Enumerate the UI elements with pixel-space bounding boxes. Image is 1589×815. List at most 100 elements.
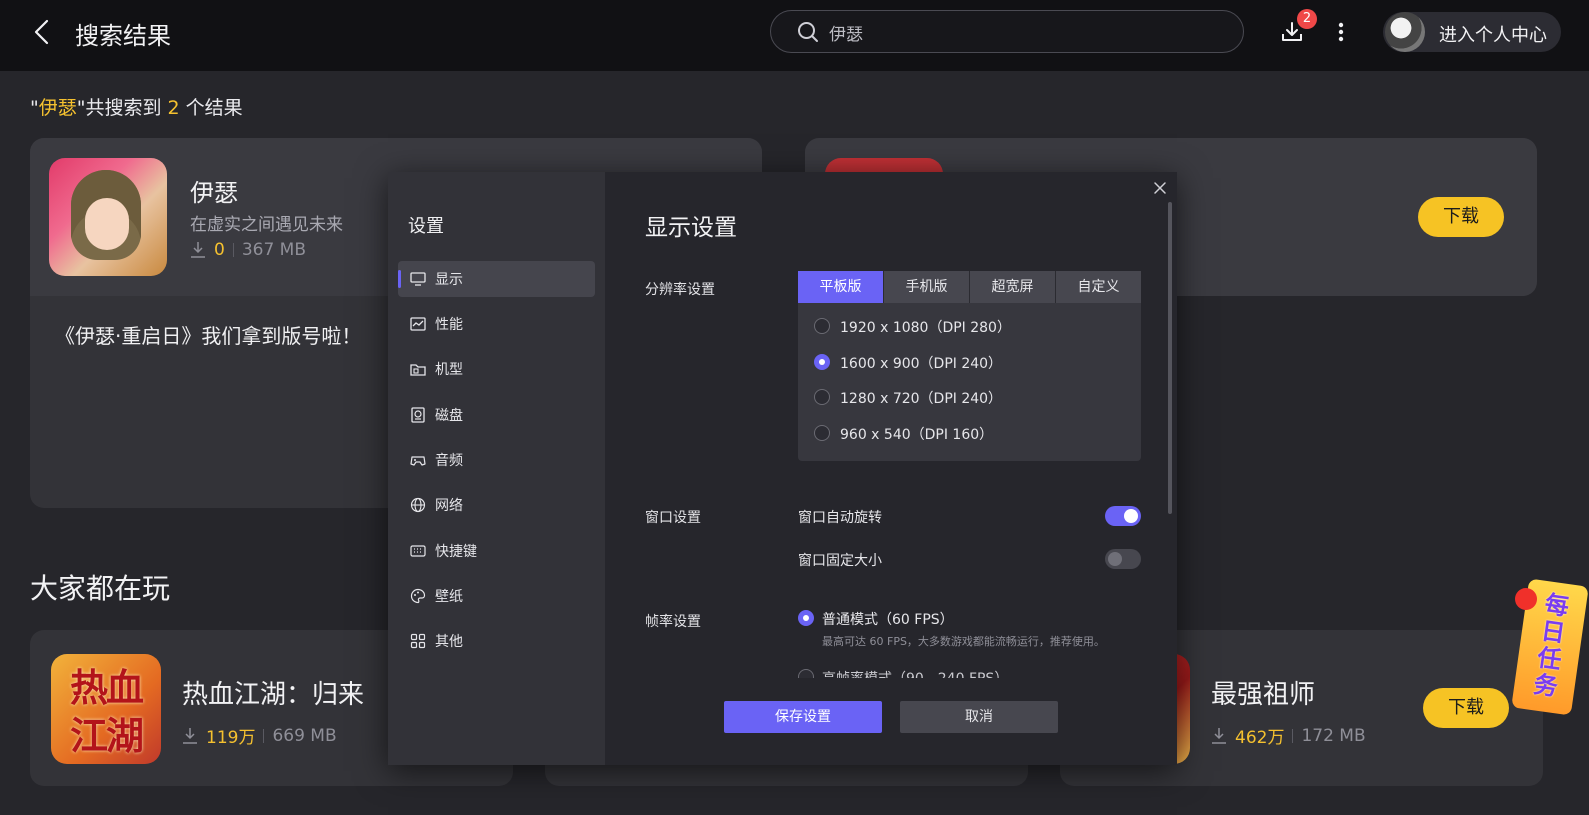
sidebar-item-audio[interactable]: 音频 xyxy=(398,442,595,478)
app-size: 669 MB xyxy=(272,725,337,746)
app-name: 伊瑟 xyxy=(190,179,238,207)
resolution-tabs: 平板版 手机版 超宽屏 自定义 xyxy=(798,271,1141,303)
settings-sidebar: 设置 显示 性能 机型 磁盘 音频 网络 快捷键 壁纸 其他 xyxy=(388,172,605,765)
sidebar-item-label: 磁盘 xyxy=(435,408,463,424)
gamepad-icon xyxy=(410,456,426,466)
sidebar-item-label: 音频 xyxy=(435,453,463,469)
radio-label: 960 x 540（DPI 160） xyxy=(840,427,994,443)
radio-label: 高帧率模式（90 - 240 FPS） xyxy=(822,668,1008,678)
radio-button[interactable] xyxy=(814,425,830,441)
download-button[interactable]: 下载 xyxy=(1423,688,1509,728)
grid-icon xyxy=(410,633,426,649)
profile-label: 进入个人中心 xyxy=(1439,25,1547,46)
sidebar-item-label: 壁纸 xyxy=(435,589,463,605)
download-count-icon xyxy=(183,727,197,744)
download-count-icon xyxy=(191,242,205,258)
fps-option-high[interactable]: 高帧率模式（90 - 240 FPS） xyxy=(798,666,1141,678)
cancel-button[interactable]: 取消 xyxy=(900,701,1058,733)
sidebar-item-wallpaper[interactable]: 壁纸 xyxy=(398,578,595,614)
notification-dot xyxy=(1515,588,1537,610)
avatar xyxy=(1385,12,1425,52)
app-name: 热血江湖：归来 xyxy=(182,680,365,710)
radio-button[interactable] xyxy=(814,389,830,405)
sidebar-item-label: 快捷键 xyxy=(435,544,477,560)
top-bar: 搜索结果 2 进入个人中心 xyxy=(0,0,1589,71)
back-arrow-icon[interactable] xyxy=(30,18,54,46)
fixed-size-toggle[interactable] xyxy=(1105,549,1141,569)
app-icon[interactable] xyxy=(49,158,167,276)
radio-label: 普通模式（60 FPS） xyxy=(822,612,954,628)
radio-label: 1920 x 1080（DPI 280） xyxy=(840,320,1011,336)
download-button[interactable]: 下载 xyxy=(1418,197,1504,237)
sidebar-item-display[interactable]: 显示 xyxy=(398,261,595,297)
sidebar-item-disk[interactable]: 磁盘 xyxy=(398,397,595,433)
keyboard-icon xyxy=(410,545,426,557)
search-input[interactable] xyxy=(829,18,1209,46)
palette-icon xyxy=(410,588,426,604)
results-summary: "伊瑟"共搜索到 2 个结果 xyxy=(30,97,243,119)
window-settings-label: 窗口设置 xyxy=(645,510,701,526)
radio-button[interactable] xyxy=(814,318,830,334)
section-title: 大家都在玩 xyxy=(30,572,171,605)
settings-sidebar-title: 设置 xyxy=(408,216,444,237)
more-options-icon[interactable] xyxy=(1336,20,1346,44)
search-icon xyxy=(798,22,818,42)
sidebar-item-label: 网络 xyxy=(435,498,463,514)
scrollbar[interactable] xyxy=(1168,202,1172,514)
device-icon xyxy=(410,364,426,376)
monitor-icon xyxy=(410,272,426,286)
sidebar-item-other[interactable]: 其他 xyxy=(398,623,595,659)
app-size: 367 MB xyxy=(241,240,307,260)
page-title: 搜索结果 xyxy=(75,22,171,50)
disk-icon xyxy=(411,407,425,423)
download-count: 119万 xyxy=(206,728,256,748)
profile-button[interactable]: 进入个人中心 xyxy=(1383,12,1561,52)
sidebar-item-performance[interactable]: 性能 xyxy=(398,306,595,342)
tab-phone[interactable]: 手机版 xyxy=(884,271,970,303)
sidebar-item-label: 机型 xyxy=(435,362,463,378)
radio-button-selected[interactable] xyxy=(814,354,830,370)
tab-custom[interactable]: 自定义 xyxy=(1056,271,1141,303)
settings-dialog: 设置 显示 性能 机型 磁盘 音频 网络 快捷键 壁纸 其他 显示设置 分辨率设… xyxy=(388,172,1177,765)
settings-title: 显示设置 xyxy=(645,215,737,241)
app-size: 172 MB xyxy=(1301,725,1366,746)
sidebar-item-shortcuts[interactable]: 快捷键 xyxy=(398,533,595,569)
results-count: 2 xyxy=(167,97,180,119)
download-count: 462万 xyxy=(1235,728,1285,748)
fps-settings-label: 帧率设置 xyxy=(645,614,701,630)
sidebar-item-network[interactable]: 网络 xyxy=(398,487,595,523)
close-icon[interactable] xyxy=(1153,181,1167,195)
radio-label: 1600 x 900（DPI 240） xyxy=(840,356,1003,372)
tab-ultrawide[interactable]: 超宽屏 xyxy=(970,271,1056,303)
radio-button-selected[interactable] xyxy=(798,610,814,626)
results-keyword: 伊瑟 xyxy=(38,97,77,119)
auto-rotate-label: 窗口自动旋转 xyxy=(798,510,882,526)
radio-button[interactable] xyxy=(798,669,814,678)
fixed-size-label: 窗口固定大小 xyxy=(798,553,882,569)
app-meta: 462万 172 MB xyxy=(1211,723,1366,748)
resolution-options: 1920 x 1080（DPI 280） 1600 x 900（DPI 240）… xyxy=(798,303,1141,461)
resolution-label: 分辨率设置 xyxy=(645,282,715,298)
save-button[interactable]: 保存设置 xyxy=(724,701,882,733)
sidebar-item-label: 性能 xyxy=(435,317,463,333)
app-description: 在虚实之间遇见未来 xyxy=(190,215,343,235)
download-count-badge: 2 xyxy=(1297,9,1317,29)
news-headline[interactable]: 《伊瑟·重启日》我们拿到版号啦！ xyxy=(55,320,361,349)
radio-label: 1280 x 720（DPI 240） xyxy=(840,391,1003,407)
app-icon[interactable]: 热血江湖 xyxy=(51,654,161,764)
app-meta: 119万 669 MB xyxy=(182,723,337,748)
chart-icon xyxy=(410,317,426,331)
sidebar-item-device[interactable]: 机型 xyxy=(398,351,595,387)
daily-task-label: 每日任务 xyxy=(1531,590,1571,702)
download-count-icon xyxy=(1212,727,1226,744)
download-count: 0 xyxy=(214,240,225,260)
auto-rotate-toggle[interactable] xyxy=(1105,506,1141,526)
tab-tablet[interactable]: 平板版 xyxy=(798,271,884,303)
sidebar-item-label: 其他 xyxy=(435,634,463,650)
sidebar-item-label: 显示 xyxy=(435,272,463,288)
app-icon-text: 热血江湖 xyxy=(69,666,144,758)
app-name: 最强祖师 xyxy=(1211,680,1316,710)
search-box[interactable] xyxy=(770,10,1244,53)
fps-hint: 最高可达 60 FPS，大多数游戏都能流畅运行，推荐使用。 xyxy=(822,635,1105,648)
app-meta: 0 367 MB xyxy=(190,240,306,260)
